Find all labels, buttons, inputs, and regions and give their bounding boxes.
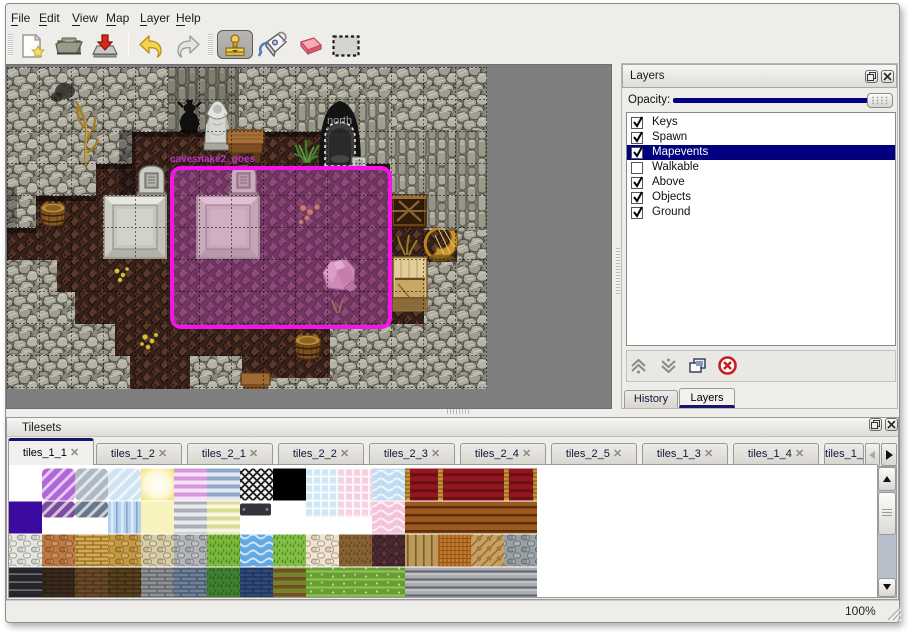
svg-text:north: north xyxy=(327,115,352,127)
svg-text:cavesnake2_goes: cavesnake2_goes xyxy=(170,154,256,165)
